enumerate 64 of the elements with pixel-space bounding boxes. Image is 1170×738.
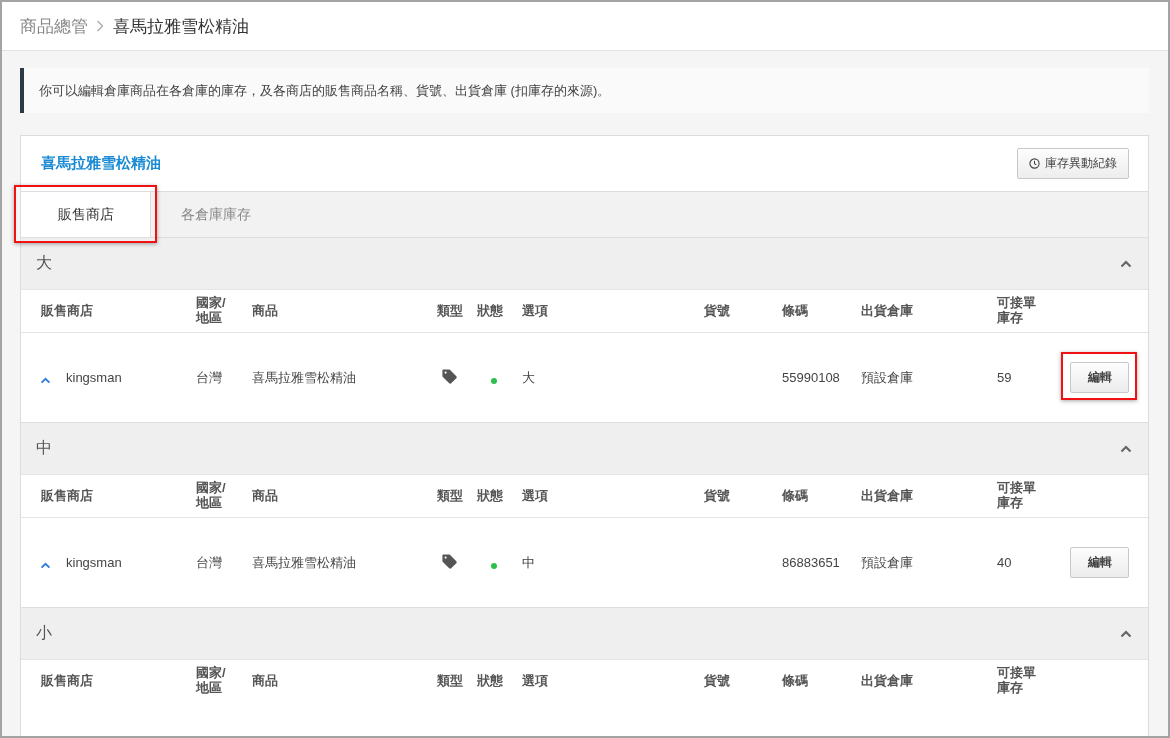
table-cell: 中	[522, 553, 535, 572]
table-cell: 台灣	[196, 553, 222, 572]
column-header: 選項	[522, 488, 548, 504]
column-header: 狀態	[477, 488, 503, 504]
column-header: 條碼	[782, 673, 808, 689]
column-header: 貨號	[704, 303, 730, 319]
section-title: 中	[36, 438, 52, 458]
clock-icon	[1029, 158, 1040, 169]
column-header: 國家/地區	[196, 481, 227, 511]
column-header: 出貨倉庫	[861, 303, 913, 319]
column-header: 販售商店	[41, 303, 93, 319]
column-header: 可接單庫存	[997, 481, 1037, 511]
table-cell: 台灣	[196, 368, 222, 387]
table-cell: 86883651	[782, 555, 840, 570]
tag-icon	[441, 553, 458, 570]
chevron-up-icon[interactable]	[1120, 259, 1132, 268]
table-cell: 喜馬拉雅雪松精油	[252, 553, 356, 572]
column-header: 出貨倉庫	[861, 488, 913, 504]
chevron-up-icon[interactable]	[40, 377, 51, 384]
chevron-up-icon[interactable]	[40, 562, 51, 569]
chevron-up-icon[interactable]	[1120, 629, 1132, 638]
section-title: 小	[36, 623, 52, 643]
column-header: 類型	[437, 303, 463, 319]
column-header: 販售商店	[41, 673, 93, 689]
tab[interactable]: 販售商店	[21, 192, 151, 237]
table-cell: 大	[522, 368, 535, 387]
shop-name: kingsman	[66, 370, 122, 385]
table-cell: 59	[997, 370, 1012, 385]
chevron-up-icon[interactable]	[1120, 444, 1132, 453]
table-cell: 預設倉庫	[861, 368, 913, 387]
breadcrumb-link[interactable]: 商品總管	[20, 14, 88, 38]
column-header: 商品	[252, 673, 278, 689]
column-header: 狀態	[477, 673, 503, 689]
column-header: 類型	[437, 488, 463, 504]
section-title: 大	[36, 253, 52, 273]
edit-button[interactable]: 編輯	[1070, 362, 1129, 393]
history-button[interactable]: 庫存異動紀錄	[1017, 148, 1129, 179]
chevron-right-icon	[96, 20, 104, 32]
column-header: 選項	[522, 673, 548, 689]
column-header: 貨號	[704, 673, 730, 689]
column-header: 條碼	[782, 303, 808, 319]
table-cell: 喜馬拉雅雪松精油	[252, 368, 356, 387]
info-text: 你可以編輯倉庫商品在各倉庫的庫存，及各商店的販售商品名稱、貨號、出貨倉庫 (扣庫存的來源)。	[39, 81, 611, 100]
column-header: 可接單庫存	[997, 666, 1037, 696]
column-header: 類型	[437, 673, 463, 689]
column-header: 貨號	[704, 488, 730, 504]
edit-button[interactable]: 編輯	[1070, 547, 1129, 578]
column-header: 選項	[522, 303, 548, 319]
column-header: 可接單庫存	[997, 296, 1037, 326]
table-cell: 40	[997, 555, 1012, 570]
card-title: 喜馬拉雅雪松精油	[41, 154, 161, 173]
column-header: 國家/地區	[196, 296, 227, 326]
column-header: 商品	[252, 488, 278, 504]
column-header: 商品	[252, 303, 278, 319]
table-cell: 預設倉庫	[861, 553, 913, 572]
column-header: 條碼	[782, 488, 808, 504]
page-title: 喜馬拉雅雪松精油	[113, 15, 249, 38]
shop-name: kingsman	[66, 555, 122, 570]
column-header: 國家/地區	[196, 666, 227, 696]
column-header: 狀態	[477, 303, 503, 319]
column-header: 出貨倉庫	[861, 673, 913, 689]
column-header: 販售商店	[41, 488, 93, 504]
tag-icon	[441, 368, 458, 385]
table-cell: 55990108	[782, 370, 840, 385]
